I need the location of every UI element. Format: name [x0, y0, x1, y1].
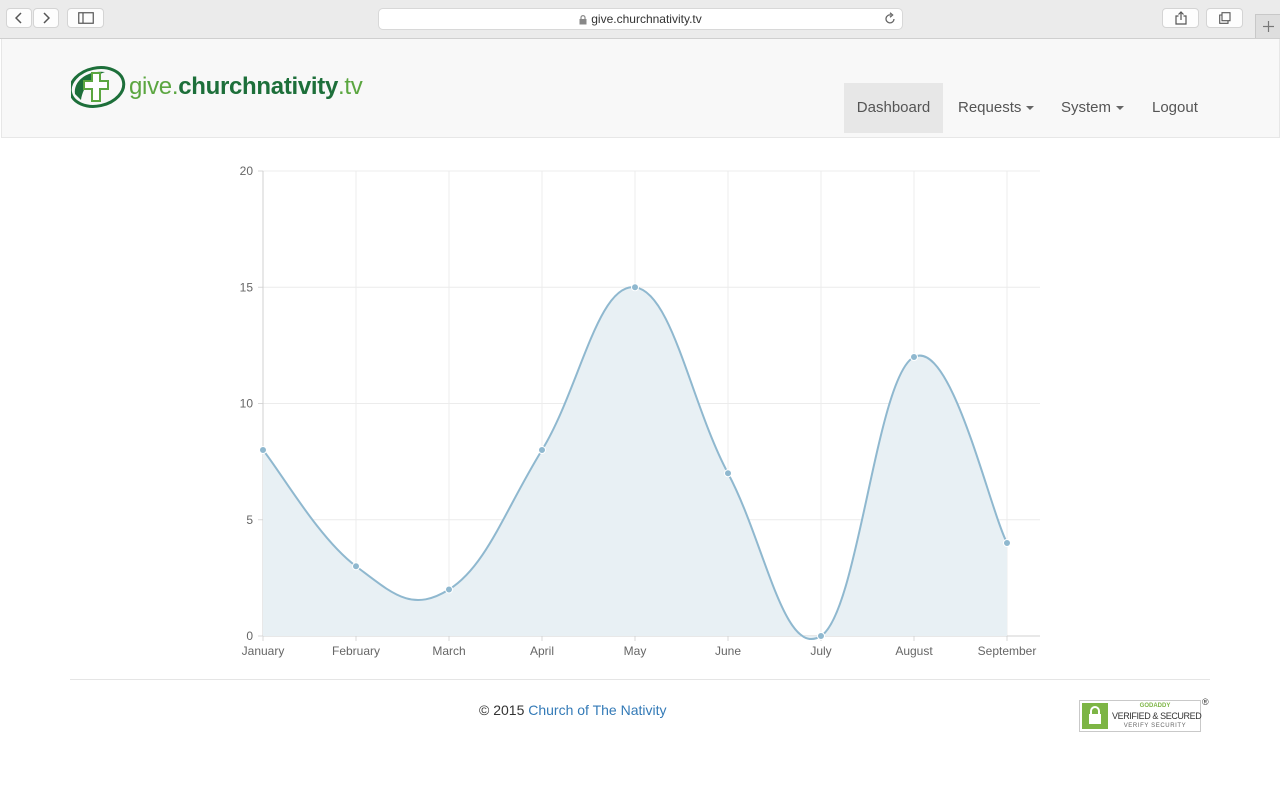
seal-lock-icon: [1082, 703, 1108, 729]
line-chart: 0 5 10 15 20 January February March April May June…: [240, 164, 1040, 658]
x-tick-label: August: [895, 644, 933, 658]
y-tick-label: 5: [246, 513, 253, 527]
y-tick-label: 10: [240, 397, 254, 411]
y-tick-label: 20: [240, 164, 254, 178]
data-point: [445, 585, 453, 594]
copyright-text: © 2015: [479, 702, 525, 718]
godaddy-seal[interactable]: GODADDY VERIFIED & SECURED VERIFY SECURI…: [1079, 700, 1202, 732]
x-tick-label: July: [810, 644, 831, 658]
data-point: [910, 353, 918, 361]
data-point: [259, 446, 267, 454]
seal-verify: VERIFY SECURITY: [1123, 723, 1187, 729]
x-tick-label: May: [624, 644, 647, 658]
seal-title: VERIFIED & SECURED: [1112, 711, 1202, 721]
data-point: [538, 446, 546, 454]
y-tick-label: 0: [246, 629, 253, 643]
x-tick-label: April: [530, 644, 554, 658]
y-tick-label: 15: [240, 280, 254, 294]
church-link[interactable]: Church of The Nativity: [528, 702, 666, 718]
x-tick-label: January: [242, 644, 285, 658]
footer-copyright: © 2015 Church of The Nativity: [479, 702, 667, 718]
x-tick-label: February: [332, 644, 380, 658]
footer-divider: [70, 679, 1210, 680]
data-point: [817, 632, 825, 640]
registered-mark: ®: [1202, 697, 1209, 707]
data-point: [1003, 539, 1011, 547]
seal-brand: GODADDY: [1139, 703, 1171, 709]
data-point: [724, 469, 732, 478]
series-area: [263, 287, 1007, 640]
x-tick-label: September: [978, 644, 1037, 658]
data-point: [631, 283, 639, 292]
x-tick-label: June: [715, 644, 741, 658]
data-point: [352, 562, 360, 571]
x-tick-label: March: [432, 644, 465, 658]
